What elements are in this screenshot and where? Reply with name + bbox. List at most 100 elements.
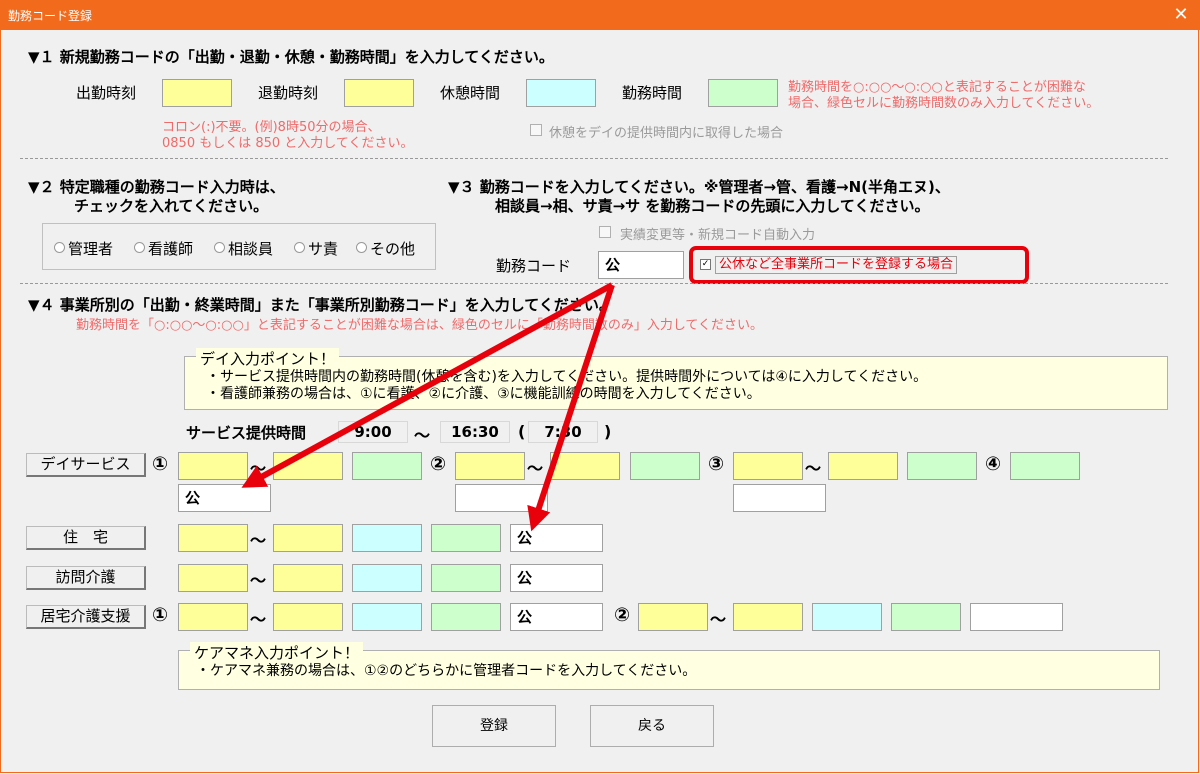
auto-entry-checkbox[interactable] bbox=[599, 226, 611, 238]
care-2-end-input[interactable] bbox=[733, 603, 803, 631]
service-time-label: サービス提供時間 bbox=[186, 424, 307, 442]
job-type-label-counselor: 相談員 bbox=[228, 240, 274, 258]
register-button[interactable]: 登録 bbox=[432, 705, 556, 747]
job-type-radio-nurse[interactable] bbox=[134, 242, 145, 253]
work-time-input[interactable] bbox=[708, 79, 778, 107]
day-4-hours-input[interactable] bbox=[1010, 452, 1080, 480]
day-2-start-input[interactable] bbox=[455, 452, 525, 480]
section2-heading-2: チェックを入れてください。 bbox=[74, 197, 269, 215]
service-time-tilde: ～ bbox=[414, 426, 431, 445]
work-code-input[interactable]: 公 bbox=[598, 251, 684, 279]
section1-heading: ▼１ 新規勤務コードの「出勤・退勤・休憩・勤務時間」を入力してください。 bbox=[28, 48, 554, 66]
housing-end-input[interactable] bbox=[273, 524, 343, 552]
colon-note-2: 0850 もしくは 850 と入力してください。 bbox=[162, 136, 414, 151]
job-type-label-other: その他 bbox=[370, 240, 416, 258]
break-in-day-checkbox[interactable] bbox=[530, 124, 542, 136]
care-1-hours-input[interactable] bbox=[431, 603, 501, 631]
back-button[interactable]: 戻る bbox=[590, 705, 714, 747]
row-label-home-visit: 訪問介護 bbox=[26, 566, 146, 590]
close-button[interactable]: ✕ bbox=[1162, 0, 1200, 30]
housing-code-input[interactable]: 公 bbox=[510, 524, 603, 552]
housing-hours-input[interactable] bbox=[431, 524, 501, 552]
work-time-label: 勤務時間 bbox=[622, 84, 683, 102]
highlight-box bbox=[689, 246, 1029, 284]
end-time-label: 退勤時刻 bbox=[258, 84, 319, 102]
break-time-input[interactable] bbox=[526, 79, 596, 107]
housing-start-input[interactable] bbox=[178, 524, 248, 552]
care-2-break-input[interactable] bbox=[812, 603, 882, 631]
marker-2: ② bbox=[430, 453, 447, 475]
job-type-radio-other[interactable] bbox=[356, 242, 367, 253]
tilde: ～ bbox=[710, 610, 727, 629]
care-1-start-input[interactable] bbox=[178, 603, 248, 631]
day-3-hours-input[interactable] bbox=[907, 452, 977, 480]
marker-2: ② bbox=[614, 604, 631, 626]
break-in-day-checkbox-label: 休憩をデイの提供時間内に取得した場合 bbox=[549, 126, 784, 141]
work-time-note-2: 場合、緑色セルに勤務時間数のみ入力してください。 bbox=[788, 96, 1100, 111]
work-time-note-1: 勤務時間を○:○○～○:○○と表記することが困難な bbox=[788, 80, 1086, 95]
care-1-code-input[interactable]: 公 bbox=[510, 603, 603, 631]
care-1-break-input[interactable] bbox=[352, 603, 422, 631]
housing-break-input[interactable] bbox=[352, 524, 422, 552]
service-duration: 7:30 bbox=[528, 421, 598, 443]
section4-note: 勤務時間を「○:○○～○:○○」と表記することが困難な場合は、緑色のセルに「勤務… bbox=[76, 318, 764, 333]
home-visit-code-input[interactable]: 公 bbox=[510, 564, 603, 592]
tilde: ～ bbox=[527, 459, 544, 478]
day-1-code-input[interactable]: 公 bbox=[178, 484, 271, 512]
home-visit-hours-input[interactable] bbox=[431, 564, 501, 592]
section2-heading-1: ▼２ 特定職種の勤務コード入力時は、 bbox=[28, 178, 285, 196]
day-1-hours-input[interactable] bbox=[352, 452, 422, 480]
day-point-line-1: ・サービス提供時間内の勤務時間(休憩を含む)を入力してください。提供時間外につい… bbox=[206, 369, 928, 385]
row-label-care-support: 居宅介護支援 bbox=[26, 605, 146, 629]
home-visit-end-input[interactable] bbox=[273, 564, 343, 592]
job-type-label-nurse: 看護師 bbox=[148, 240, 194, 258]
break-time-label: 休憩時間 bbox=[440, 84, 501, 102]
day-3-code-input[interactable] bbox=[733, 484, 826, 512]
care-2-hours-input[interactable] bbox=[891, 603, 961, 631]
day-1-start-input[interactable] bbox=[178, 452, 248, 480]
open-paren: ( bbox=[518, 422, 526, 441]
job-type-label-manager: 管理者 bbox=[68, 240, 114, 258]
day-1-end-input[interactable] bbox=[273, 452, 343, 480]
auto-entry-checkbox-label: 実績変更等・新規コード自動入力 bbox=[620, 228, 816, 243]
caremane-point-line-1: ・ケアマネ兼務の場合は、①②のどちらかに管理者コードを入力してください。 bbox=[196, 663, 697, 679]
day-3-end-input[interactable] bbox=[828, 452, 898, 480]
day-2-hours-input[interactable] bbox=[630, 452, 700, 480]
day-2-code-input[interactable] bbox=[455, 484, 548, 512]
marker-1: ① bbox=[152, 604, 169, 626]
title-bar bbox=[0, 0, 1200, 30]
caremane-point-title: ケアマネ入力ポイント！ bbox=[190, 642, 364, 663]
section3-heading-2: 相談員→相、サ責→サ を勤務コードの先頭に入力してください。 bbox=[495, 197, 930, 215]
section4-heading: ▼４ 事業所別の「出勤・終業時間」また「事業所別勤務コード」を入力してください。 bbox=[28, 296, 614, 314]
row-label-housing: 住 宅 bbox=[26, 526, 146, 550]
marker-4: ④ bbox=[985, 453, 1002, 475]
tilde: ～ bbox=[250, 531, 267, 550]
tilde: ～ bbox=[250, 610, 267, 629]
colon-note-1: コロン(:)不要。(例)8時50分の場合、 bbox=[162, 120, 381, 135]
home-visit-start-input[interactable] bbox=[178, 564, 248, 592]
start-time-label: 出勤時刻 bbox=[76, 84, 137, 102]
section3-heading-1: ▼３ 勤務コードを入力してください。※管理者→管、看護→N(半角エヌ)、 bbox=[448, 178, 950, 196]
care-1-end-input[interactable] bbox=[273, 603, 343, 631]
row-label-day-service: デイサービス bbox=[26, 453, 146, 477]
end-time-input[interactable] bbox=[344, 79, 414, 107]
separator bbox=[20, 158, 1168, 159]
day-2-end-input[interactable] bbox=[550, 452, 620, 480]
care-2-code-input[interactable] bbox=[970, 603, 1063, 631]
service-start-time: 9:00 bbox=[338, 421, 408, 443]
day-3-start-input[interactable] bbox=[733, 452, 803, 480]
tilde: ～ bbox=[250, 571, 267, 590]
job-type-radio-manager[interactable] bbox=[54, 242, 65, 253]
job-type-radio-service-manager[interactable] bbox=[294, 242, 305, 253]
close-paren: ) bbox=[604, 422, 612, 441]
service-end-time: 16:30 bbox=[440, 421, 510, 443]
separator bbox=[20, 283, 1168, 284]
work-code-label: 勤務コード bbox=[496, 257, 572, 275]
job-type-label-service-manager: サ責 bbox=[308, 240, 339, 258]
care-2-start-input[interactable] bbox=[638, 603, 708, 631]
start-time-input[interactable] bbox=[162, 79, 232, 107]
tilde: ～ bbox=[250, 459, 267, 478]
marker-1: ① bbox=[152, 453, 169, 475]
job-type-radio-counselor[interactable] bbox=[214, 242, 225, 253]
home-visit-break-input[interactable] bbox=[352, 564, 422, 592]
